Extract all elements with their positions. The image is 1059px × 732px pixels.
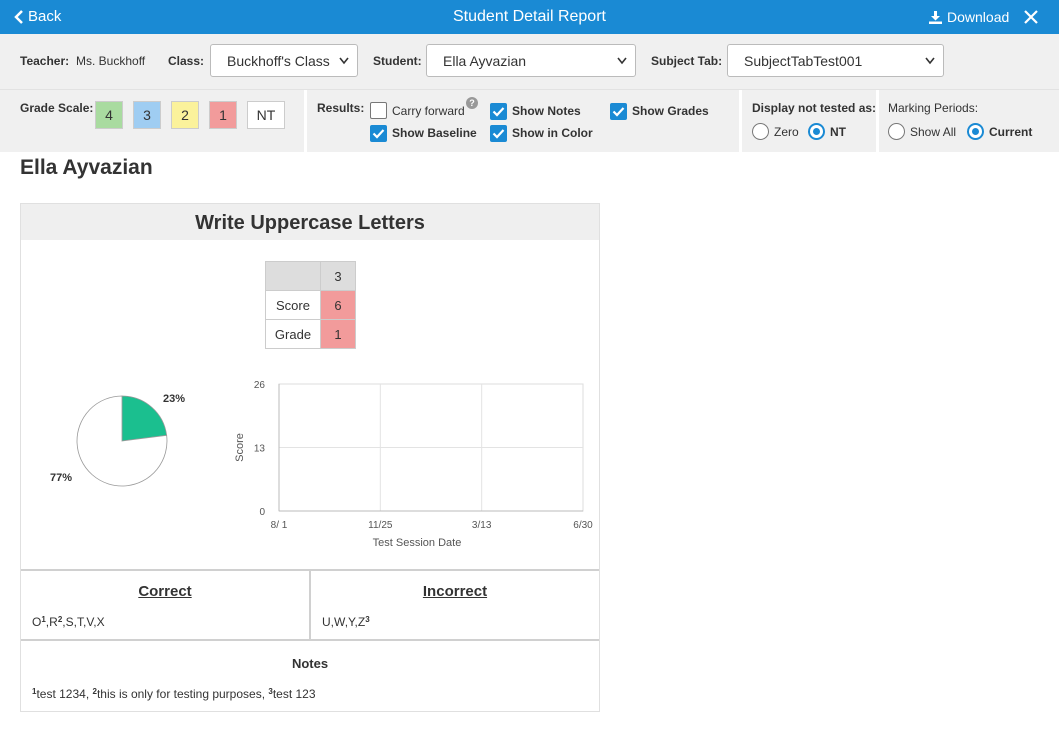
letter-item: S bbox=[65, 615, 74, 629]
correct-incorrect-section: Correct O1,R2,S,T,V,X Incorrect U,W,Y,Z3 bbox=[21, 569, 599, 641]
show-in-color-label: Show in Color bbox=[512, 126, 593, 140]
download-button[interactable]: Download bbox=[929, 9, 1009, 25]
y-tick-label: 13 bbox=[254, 444, 266, 455]
carry-forward-label: Carry forward bbox=[392, 104, 465, 118]
note-text: test 1234 bbox=[36, 687, 86, 701]
incorrect-column: Incorrect U,W,Y,Z3 bbox=[311, 571, 599, 639]
notes-title: Notes bbox=[291, 656, 329, 671]
subject-tab-select[interactable]: SubjectTabTest001 bbox=[727, 44, 944, 77]
y-axis-label: Score bbox=[234, 433, 246, 462]
divider bbox=[304, 90, 307, 152]
note-text: this is only for testing purposes bbox=[96, 687, 262, 701]
letter-item: Y bbox=[348, 615, 355, 629]
page-title: Student Detail Report bbox=[453, 8, 606, 25]
notes-text: 1test 1234, 2this is only for testing pu… bbox=[32, 687, 316, 701]
grade-scale-2: 2 bbox=[171, 101, 199, 129]
not-tested-nt-label: NT bbox=[830, 125, 846, 139]
header-bar: Back Student Detail Report Download bbox=[0, 0, 1059, 34]
student-select[interactable]: Ella Ayvazian bbox=[426, 44, 636, 77]
chevron-down-icon bbox=[925, 57, 935, 65]
show-grades-checkbox[interactable] bbox=[610, 103, 627, 120]
note-ref: 3 bbox=[365, 615, 370, 624]
checkmark-icon bbox=[492, 107, 505, 117]
grade-scale-4: 4 bbox=[95, 101, 123, 129]
show-baseline-label: Show Baseline bbox=[392, 126, 477, 140]
x-tick-label: 11/25 bbox=[368, 520, 393, 531]
not-tested-nt-radio[interactable] bbox=[808, 123, 825, 140]
marking-current-label: Current bbox=[989, 125, 1033, 139]
grade-scale-nt: NT bbox=[247, 101, 285, 129]
y-tick-label: 0 bbox=[259, 507, 265, 518]
x-tick-label: 3/13 bbox=[472, 520, 492, 531]
download-label: Download bbox=[947, 9, 1010, 25]
show-notes-checkbox[interactable] bbox=[490, 103, 507, 120]
incorrect-items: U,W,Y,Z3 bbox=[322, 615, 370, 629]
letter-item: T bbox=[76, 615, 83, 629]
not-tested-zero-radio[interactable] bbox=[752, 123, 769, 140]
chevron-down-icon bbox=[339, 57, 349, 65]
subject-tab-label: Subject Tab: bbox=[651, 54, 723, 68]
x-tick-label: 8/ 1 bbox=[271, 520, 288, 531]
pie-slice bbox=[121, 395, 168, 442]
notes-section: Notes 1test 1234, 2this is only for test… bbox=[21, 643, 599, 711]
show-baseline-checkbox[interactable] bbox=[370, 125, 387, 142]
subject-tab-select-value: SubjectTabTest001 bbox=[744, 52, 863, 69]
divider bbox=[739, 90, 742, 152]
checkmark-icon bbox=[612, 107, 625, 117]
x-axis-label: Test Session Date bbox=[373, 537, 462, 549]
chevron-down-icon bbox=[617, 57, 627, 65]
y-tick-label: 26 bbox=[254, 380, 266, 391]
note-text: test 123 bbox=[272, 687, 316, 701]
student-name-heading: Ella Ayvazian bbox=[20, 156, 153, 179]
x-tick-label: 6/30 bbox=[573, 520, 593, 531]
correct-column: Correct O1,R2,S,T,V,X bbox=[21, 571, 309, 639]
charts-area: 23% 77% 0 13 26 8/ 1 11/25 3/13 6/30 Test Session… bbox=[50, 380, 593, 549]
pie-label: 77% bbox=[50, 472, 72, 484]
teacher-label: Teacher: bbox=[20, 54, 70, 68]
teacher-value: Ms. Buckhoff bbox=[76, 54, 146, 68]
letter-item: R bbox=[49, 615, 58, 629]
not-tested-zero-label: Zero bbox=[774, 125, 799, 139]
checkmark-icon bbox=[492, 129, 505, 139]
marking-show-all-label: Show All bbox=[910, 125, 957, 139]
carry-forward-checkbox[interactable] bbox=[370, 102, 387, 119]
show-notes-label: Show Notes bbox=[512, 104, 581, 118]
note-ref: 1 bbox=[41, 615, 46, 624]
checkmark-icon bbox=[372, 129, 385, 139]
skill-card: Write Uppercase Letters 3 Score 6 Grade … bbox=[20, 203, 600, 712]
letter-item: U bbox=[322, 615, 331, 629]
help-icon[interactable]: ? bbox=[466, 97, 478, 109]
class-label: Class: bbox=[168, 54, 205, 68]
show-grades-label: Show Grades bbox=[632, 104, 709, 118]
grade-scale-3: 3 bbox=[133, 101, 161, 129]
letter-item: O bbox=[32, 615, 42, 629]
marking-show-all-radio[interactable] bbox=[888, 123, 905, 140]
divider bbox=[876, 90, 879, 152]
download-icon bbox=[929, 10, 942, 24]
grade-scale-1: 1 bbox=[209, 101, 237, 129]
correct-title: Correct bbox=[138, 583, 192, 600]
not-tested-label: Display not tested as: bbox=[752, 101, 877, 115]
class-select[interactable]: Buckhoff's Class bbox=[210, 44, 358, 77]
student-select-value: Ella Ayvazian bbox=[443, 52, 527, 69]
incorrect-title: Incorrect bbox=[422, 583, 488, 600]
letter-item: V bbox=[86, 615, 94, 629]
student-label: Student: bbox=[373, 54, 422, 68]
close-icon[interactable] bbox=[1022, 8, 1040, 26]
results-label: Results: bbox=[317, 101, 365, 115]
show-in-color-checkbox[interactable] bbox=[490, 125, 507, 142]
marking-current-radio[interactable] bbox=[967, 123, 984, 140]
letter-item: X bbox=[96, 615, 105, 629]
correct-items: O1,R2,S,T,V,X bbox=[32, 615, 105, 629]
grade-scale-label: Grade Scale: bbox=[20, 101, 94, 115]
marking-periods-label: Marking Periods: bbox=[888, 101, 979, 115]
note-ref: 2 bbox=[57, 615, 63, 624]
letter-item: W bbox=[334, 615, 345, 629]
class-select-value: Buckhoff's Class bbox=[227, 52, 330, 69]
pie-label: 23% bbox=[163, 393, 185, 405]
